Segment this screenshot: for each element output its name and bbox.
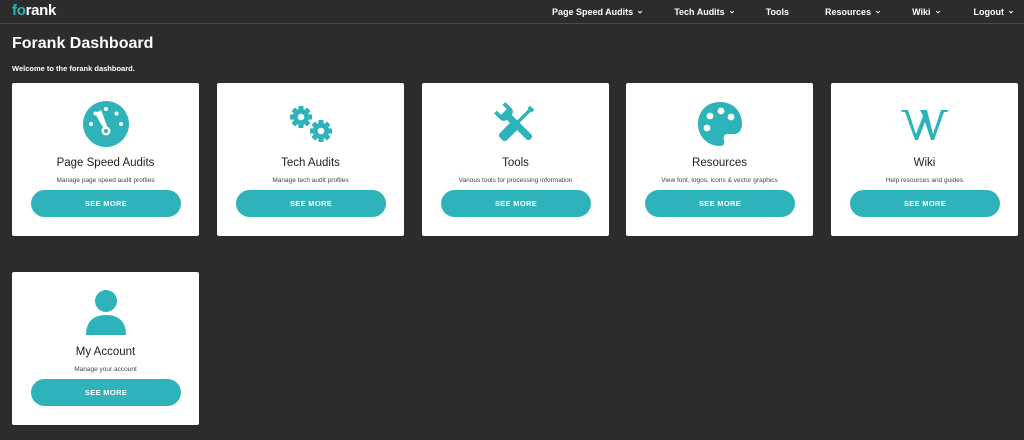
card-description: View font, logos, icons & vector graphic…: [661, 177, 778, 184]
nav-item-tools[interactable]: Tools: [766, 7, 789, 17]
card-title: Resources: [692, 157, 747, 169]
palette-icon: [626, 99, 813, 149]
tools-icon: [422, 99, 609, 149]
brand-logo-prefix: fo: [12, 2, 26, 19]
main-nav: Page Speed Audits Tech Audits Tools Reso…: [552, 0, 1024, 24]
chevron-down-icon: [1008, 10, 1014, 14]
nav-item-label: Wiki: [912, 7, 931, 17]
welcome-message: Welcome to the forank dashboard.: [12, 64, 135, 73]
card-description: Help resources and guides: [885, 177, 964, 184]
see-more-button[interactable]: SEE MORE: [441, 190, 591, 217]
nav-item-label: Tools: [765, 7, 790, 17]
user-icon: [12, 288, 199, 338]
nav-item-label: Logout: [973, 7, 1005, 17]
see-more-button[interactable]: SEE MORE: [236, 190, 386, 217]
chevron-down-icon: [935, 10, 940, 14]
speedometer-icon: [12, 99, 199, 149]
nav-item-resources[interactable]: Resources: [825, 7, 881, 17]
nav-item-wiki[interactable]: Wiki: [912, 7, 940, 17]
card-description: Various tools for processing information: [458, 177, 573, 184]
see-more-button[interactable]: SEE MORE: [31, 379, 181, 406]
card-page-speed-audits: Page Speed Audits Manage page speed audi…: [12, 83, 199, 236]
wikipedia-icon: [831, 99, 1018, 149]
card-resources: Resources View font, logos, icons & vect…: [626, 83, 813, 236]
card-my-account: My Account Manage your account SEE MORE: [12, 272, 199, 425]
chevron-down-icon: [875, 10, 881, 14]
gears-icon: [217, 99, 404, 149]
card-title: Page Speed Audits: [56, 157, 155, 169]
top-navbar: forank Page Speed Audits Tech Audits Too…: [0, 0, 1024, 24]
nav-item-label: Page Speed Audits: [552, 7, 634, 17]
card-tools: Tools Various tools for processing infor…: [422, 83, 609, 236]
brand-logo[interactable]: forank: [12, 2, 56, 19]
nav-item-page-speed-audits[interactable]: Page Speed Audits: [552, 7, 643, 17]
nav-item-logout[interactable]: Logout: [974, 7, 1015, 17]
chevron-down-icon: [729, 10, 734, 14]
card-wiki: Wiki Help resources and guides SEE MORE: [831, 83, 1018, 236]
chevron-down-icon: [638, 10, 643, 14]
see-more-button[interactable]: SEE MORE: [645, 190, 795, 217]
card-title: Tech Audits: [281, 157, 340, 169]
see-more-button[interactable]: SEE MORE: [850, 190, 1000, 217]
card-title: Wiki: [913, 157, 936, 169]
nav-item-label: Resources: [825, 7, 872, 17]
card-tech-audits: Tech Audits Manage tech audit profiles S…: [217, 83, 404, 236]
nav-item-tech-audits[interactable]: Tech Audits: [674, 7, 735, 17]
nav-item-label: Tech Audits: [674, 7, 725, 17]
card-description: Manage page speed audit profiles: [56, 177, 155, 184]
card-description: Manage your account: [74, 366, 137, 373]
see-more-button[interactable]: SEE MORE: [31, 190, 181, 217]
card-description: Manage tech audit profiles: [272, 177, 349, 184]
brand-logo-suffix: rank: [25, 2, 57, 19]
card-title: My Account: [75, 346, 136, 358]
page-title: Forank Dashboard: [12, 35, 154, 52]
card-title: Tools: [502, 157, 529, 169]
